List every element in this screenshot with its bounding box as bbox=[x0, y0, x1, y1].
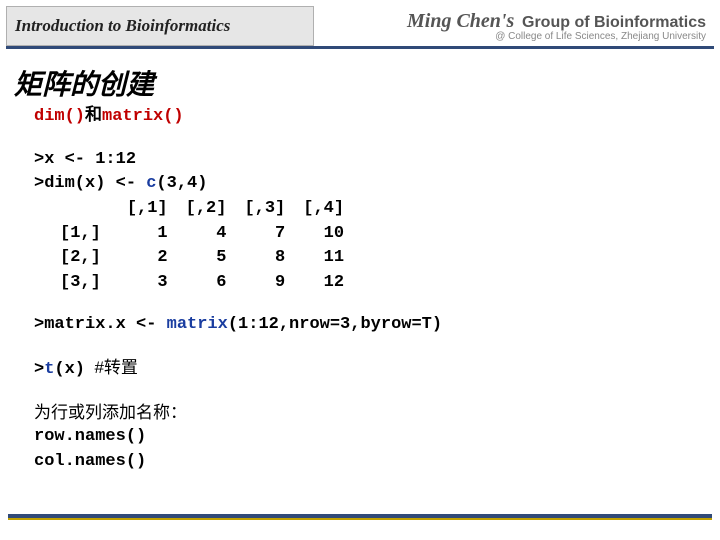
code-transpose: >t(x) #转置 bbox=[34, 356, 704, 383]
cell: 4 bbox=[186, 222, 245, 247]
matrix-output: [,1] [,2] [,3] [,4] [1,]14710 [2,]25811 … bbox=[60, 197, 362, 296]
code-l1: >x <- 1:12 bbox=[34, 148, 704, 173]
l3a: >matrix.x <- bbox=[34, 315, 167, 334]
names-label: 为行或列添加名称： bbox=[34, 401, 704, 426]
funcs-line: dim()和matrix() bbox=[34, 105, 704, 130]
cell: 11 bbox=[303, 246, 362, 271]
row-h: [3,] bbox=[60, 271, 127, 296]
row-h: [1,] bbox=[60, 222, 127, 247]
cell: 6 bbox=[186, 271, 245, 296]
brand-group: Group of Bioinformatics bbox=[522, 14, 706, 31]
cell: 9 bbox=[244, 271, 303, 296]
l4c: (x) bbox=[54, 360, 85, 379]
header-left: Introduction to Bioinformatics bbox=[6, 6, 314, 46]
cell: 12 bbox=[303, 271, 362, 296]
code-l2c: (3,4) bbox=[156, 174, 207, 193]
fn-c: c bbox=[146, 174, 156, 193]
brand-line: Ming Chen's Group of Bioinformatics bbox=[407, 10, 706, 33]
txt-and: 和 bbox=[85, 107, 102, 126]
kw-dim: dim() bbox=[34, 107, 85, 126]
l3c: (1:12,nrow=3,byrow=T) bbox=[228, 315, 442, 334]
fn-t: t bbox=[44, 360, 54, 379]
row-h: [2,] bbox=[60, 246, 127, 271]
slide-header: Introduction to Bioinformatics Ming Chen… bbox=[6, 6, 714, 49]
fn-matrix: matrix bbox=[167, 315, 228, 334]
brand-sub: @ College of Life Sciences, Zhejiang Uni… bbox=[495, 31, 706, 42]
kw-matrix: matrix() bbox=[102, 107, 184, 126]
code-l2: >dim(x) <- c(3,4) bbox=[34, 172, 704, 197]
row-names: row.names() bbox=[34, 425, 704, 450]
cell: 10 bbox=[303, 222, 362, 247]
comment-transpose: #转置 bbox=[85, 358, 138, 377]
footer-rule bbox=[8, 514, 712, 520]
col-names: col.names() bbox=[34, 450, 704, 475]
l4a: > bbox=[34, 360, 44, 379]
slide-title: 矩阵的创建 bbox=[14, 63, 714, 103]
col-h: [,2] bbox=[186, 197, 245, 222]
cell: 2 bbox=[127, 246, 186, 271]
brand-cursive: Ming Chen's bbox=[407, 10, 514, 32]
col-h: [,3] bbox=[244, 197, 303, 222]
cell: 8 bbox=[244, 246, 303, 271]
code-matrix-call: >matrix.x <- matrix(1:12,nrow=3,byrow=T) bbox=[34, 313, 704, 338]
slide-content: dim()和matrix() >x <- 1:12 >dim(x) <- c(3… bbox=[6, 105, 714, 475]
col-h: [,4] bbox=[303, 197, 362, 222]
col-h: [,1] bbox=[127, 197, 186, 222]
header-right: Ming Chen's Group of Bioinformatics @ Co… bbox=[314, 6, 714, 46]
code-l2a: >dim(x) <- bbox=[34, 174, 146, 193]
cell: 7 bbox=[244, 222, 303, 247]
cell: 5 bbox=[186, 246, 245, 271]
cell: 1 bbox=[127, 222, 186, 247]
cell: 3 bbox=[127, 271, 186, 296]
